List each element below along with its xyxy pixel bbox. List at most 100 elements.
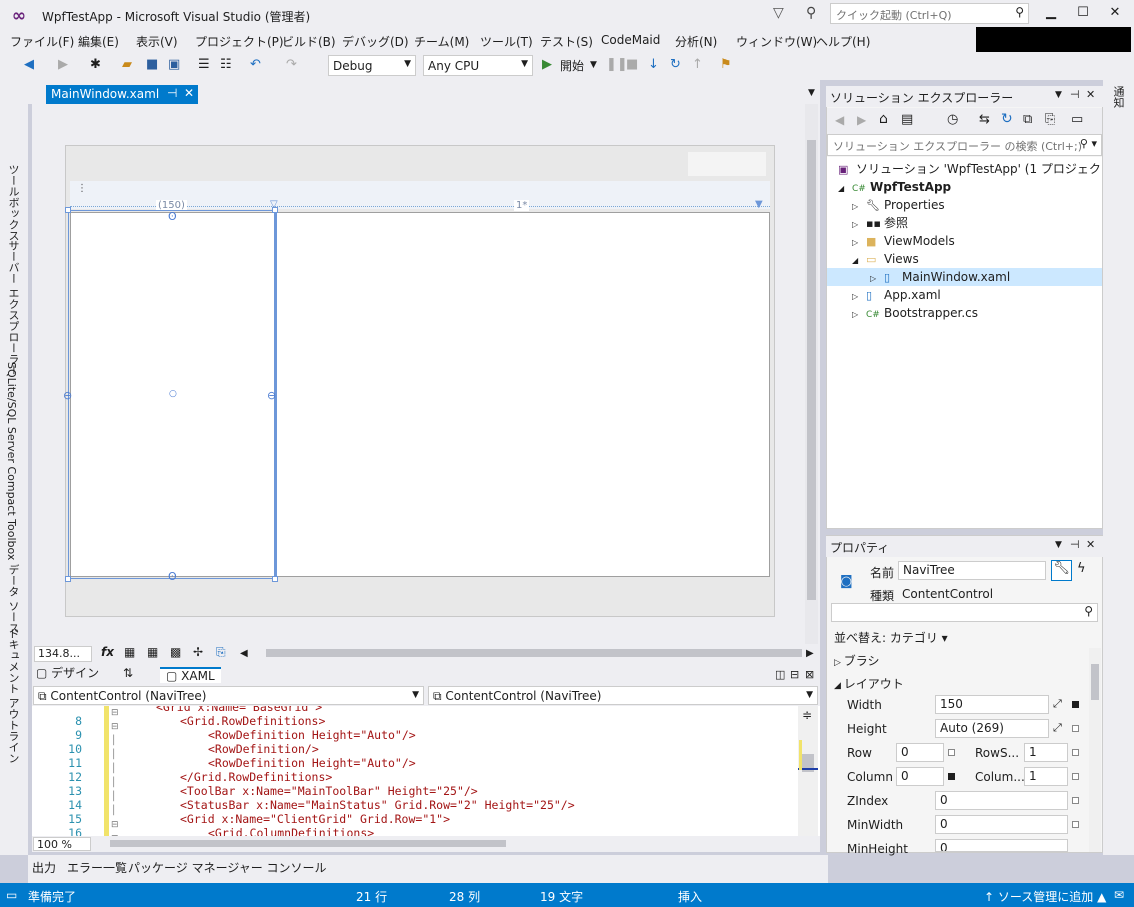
bottom-margin-anchor-icon[interactable]: ʘ — [168, 570, 177, 583]
close-icon[interactable]: ✕ — [1086, 538, 1095, 551]
tree-node-app-xaml[interactable]: ▷ ▯ App.xaml — [852, 286, 941, 304]
tab-design[interactable]: ▢ デザイン — [36, 664, 99, 681]
save-icon[interactable]: ■ — [146, 57, 158, 72]
tab-mainwindow-xaml[interactable]: MainWindow.xaml ⊣ ✕ — [46, 85, 198, 104]
tab-package-manager-console[interactable]: パッケージ マネージャー コンソール — [128, 859, 327, 876]
step-out-icon[interactable]: ↑ — [692, 57, 703, 72]
grid-toggle-icon[interactable]: ▦ — [124, 645, 135, 659]
tree-node-project[interactable]: ◢ C# WpfTestApp — [838, 178, 951, 196]
name-input[interactable]: NaviTree — [898, 561, 1046, 580]
close-tab-icon[interactable]: ✕ — [184, 86, 194, 100]
expanded-arrow-icon[interactable]: ◢ — [852, 252, 866, 270]
uncomment-icon[interactable]: ☷ — [220, 57, 232, 72]
auto-size-icon[interactable]: ⤢ — [1053, 721, 1062, 735]
default-value-marker-icon[interactable] — [1072, 821, 1079, 828]
chevron-down-icon[interactable]: ▼ — [1055, 90, 1062, 100]
notifications-bell-icon[interactable]: ✉ — [1114, 888, 1124, 902]
code-line[interactable]: </Grid.RowDefinitions> — [180, 770, 332, 784]
category-brush[interactable]: ▷ ブラシ — [834, 652, 880, 669]
designer-horizontal-scrollbar[interactable] — [266, 649, 802, 657]
horizontal-split-icon[interactable]: ⊟ — [790, 668, 799, 681]
tab-list-dropdown-icon[interactable]: ▼ — [808, 88, 815, 98]
pin-icon[interactable]: ⊣ — [167, 86, 177, 100]
code-line[interactable]: <RowDefinition Height="Auto"/> — [208, 756, 416, 770]
category-layout[interactable]: ◢ レイアウト — [834, 675, 904, 692]
tree-node-views[interactable]: ◢ ▭ Views — [852, 250, 919, 268]
toolbox-tab[interactable]: ツールボックス — [5, 164, 21, 241]
code-line[interactable]: <RowDefinition Height="Auto"/> — [208, 728, 416, 742]
document-outline-tab[interactable]: ドキュメント アウトライン — [5, 628, 21, 764]
show-all-files-icon[interactable]: ⎘ — [1045, 112, 1055, 127]
refresh-icon[interactable]: ↻ — [1001, 111, 1013, 127]
home-icon[interactable]: ⌂ — [879, 111, 888, 127]
start-button[interactable]: 開始 — [560, 57, 584, 74]
element-nav-dropdown-right[interactable]: ⧉ ContentControl (NaviTree) ▼ — [428, 686, 818, 705]
step-over-icon[interactable]: ↻ — [670, 57, 681, 72]
tree-node-solution[interactable]: ▣ ソリューション 'WpfTestApp' (1 プロジェクト) — [838, 160, 1118, 178]
collapsed-arrow-icon[interactable]: ▷ — [852, 306, 866, 324]
tab-output[interactable]: 出力 — [32, 859, 56, 876]
menu-debug[interactable]: デバッグ(D) — [342, 33, 409, 50]
menu-analyze[interactable]: 分析(N) — [675, 33, 717, 50]
width-input[interactable]: 150 — [935, 695, 1049, 714]
chevron-down-icon[interactable]: ▼ — [1055, 540, 1062, 550]
open-file-icon[interactable]: ▰ — [122, 57, 132, 72]
sync-icon[interactable]: ⇆ — [979, 112, 990, 127]
tree-node-mainwindow[interactable]: ▷ ▯ MainWindow.xaml — [870, 268, 1010, 286]
events-lightning-icon[interactable]: ϟ — [1077, 561, 1086, 576]
designer-zoom-dropdown[interactable]: 134.8... — [34, 646, 92, 662]
default-value-marker-icon[interactable] — [1072, 749, 1079, 756]
snap-lines-icon[interactable]: ✢ — [193, 645, 203, 659]
height-input[interactable]: Auto (269) — [935, 719, 1049, 738]
sqlite-toolbox-tab[interactable]: SQLite/SQL Server Compact Toolbox — [5, 362, 18, 560]
artboard-background-icon[interactable]: ▩ — [170, 645, 181, 659]
server-explorer-tab[interactable]: サーバー エクスプローラー — [5, 240, 21, 376]
default-value-marker-icon[interactable] — [948, 749, 955, 756]
redo-icon[interactable]: ↷ — [286, 57, 297, 72]
properties-scrollbar[interactable] — [1089, 648, 1101, 852]
collapse-all-icon[interactable]: ⧉ — [1023, 112, 1032, 127]
local-value-marker-icon[interactable] — [948, 773, 955, 780]
editor-zoom-dropdown[interactable]: 100 % — [33, 837, 91, 851]
feedback-filter-icon[interactable]: ▽ — [773, 5, 784, 21]
pin-icon[interactable]: ⊣ — [1070, 88, 1080, 101]
grip-icon[interactable]: ⋮ — [77, 184, 87, 194]
menu-file[interactable]: ファイル(F) — [10, 33, 74, 50]
editor-horizontal-scrollbar[interactable] — [110, 840, 506, 847]
left-margin-anchor-icon[interactable]: ⊖ — [63, 389, 72, 402]
default-value-marker-icon[interactable] — [1072, 773, 1079, 780]
right-margin-anchor-icon[interactable]: ⊖ — [267, 389, 276, 402]
code-line[interactable]: <Grid x:Name="ClientGrid" Grid.Row="1"> — [180, 812, 450, 826]
properties-icon[interactable]: ▭ — [1071, 112, 1083, 127]
resize-handle[interactable] — [272, 576, 278, 582]
configuration-dropdown[interactable]: Debug ▼ — [328, 55, 416, 76]
add-to-source-control-button[interactable]: ↑ ソース管理に追加 ▲ — [984, 888, 1106, 905]
code-line[interactable]: <ToolBar x:Name="MainToolBar" Height="25… — [180, 784, 478, 798]
solution-explorer-search-input[interactable]: ソリューション エクスプローラー の検索 (Ctrl+;) ⚲ ▾ — [827, 134, 1102, 156]
menu-tools[interactable]: ツール(T) — [480, 33, 533, 50]
tab-error-list[interactable]: エラー一覧 — [67, 859, 127, 876]
element-nav-dropdown-left[interactable]: ⧉ ContentControl (NaviTree) ▼ — [33, 686, 424, 705]
minimize-button[interactable]: ▁ — [1036, 5, 1066, 25]
collapse-pane-icon[interactable]: ⊠ — [805, 668, 814, 681]
switch-views-icon[interactable]: ▤ — [901, 112, 913, 127]
default-value-marker-icon[interactable] — [1072, 797, 1079, 804]
back-icon[interactable]: ◀ — [835, 113, 844, 127]
forward-icon[interactable]: ▶ — [857, 113, 866, 127]
new-project-icon[interactable]: ✱ — [90, 57, 101, 72]
tree-node-viewmodels[interactable]: ▷ ■ ViewModels — [852, 232, 955, 250]
code-line[interactable]: <StatusBar x:Name="MainStatus" Grid.Row=… — [180, 798, 575, 812]
account-icon[interactable]: ⚲ — [806, 5, 816, 21]
column-input[interactable]: 0 — [896, 767, 944, 786]
undo-icon[interactable]: ↶ — [250, 57, 261, 72]
default-value-marker-icon[interactable] — [1072, 725, 1079, 732]
minheight-input[interactable]: 0 — [935, 839, 1068, 852]
snap-grid-icon[interactable]: ▦ — [147, 645, 158, 659]
comment-icon[interactable]: ☰ — [198, 57, 210, 72]
menu-edit[interactable]: 編集(E) — [78, 33, 119, 50]
properties-scroll-thumb[interactable] — [1091, 664, 1099, 700]
vertical-split-icon[interactable]: ◫ — [775, 668, 785, 681]
menu-build[interactable]: ビルド(B) — [282, 33, 336, 50]
back-icon[interactable]: ◀ — [24, 57, 34, 72]
pin-icon[interactable]: ⊣ — [1070, 538, 1080, 551]
